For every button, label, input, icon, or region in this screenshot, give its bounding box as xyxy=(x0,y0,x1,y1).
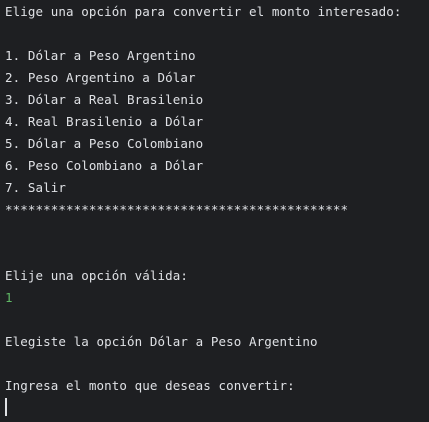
menu-title: Elige una opción para convertir el monto… xyxy=(5,4,402,19)
separator-line: ****************************************… xyxy=(5,202,349,217)
option-5: 5. Dólar a Peso Colombiano xyxy=(5,136,204,151)
option-7: 7. Salir xyxy=(5,180,67,195)
text-cursor[interactable] xyxy=(5,398,7,416)
user-input-echo: 1 xyxy=(5,290,13,305)
option-6: 6. Peso Colombiano a Dólar xyxy=(5,158,204,173)
option-2: 2. Peso Argentino a Dólar xyxy=(5,70,196,85)
option-1: 1. Dólar a Peso Argentino xyxy=(5,48,196,63)
choose-prompt: Elije una opción válida: xyxy=(5,268,189,283)
chosen-message: Elegiste la opción Dólar a Peso Argentin… xyxy=(5,334,318,349)
option-4: 4. Real Brasilenio a Dólar xyxy=(5,114,204,129)
amount-prompt: Ingresa el monto que deseas convertir: xyxy=(5,378,295,393)
console-output[interactable]: Elige una opción para convertir el monto… xyxy=(0,0,429,422)
option-3: 3. Dólar a Real Brasilenio xyxy=(5,92,204,107)
